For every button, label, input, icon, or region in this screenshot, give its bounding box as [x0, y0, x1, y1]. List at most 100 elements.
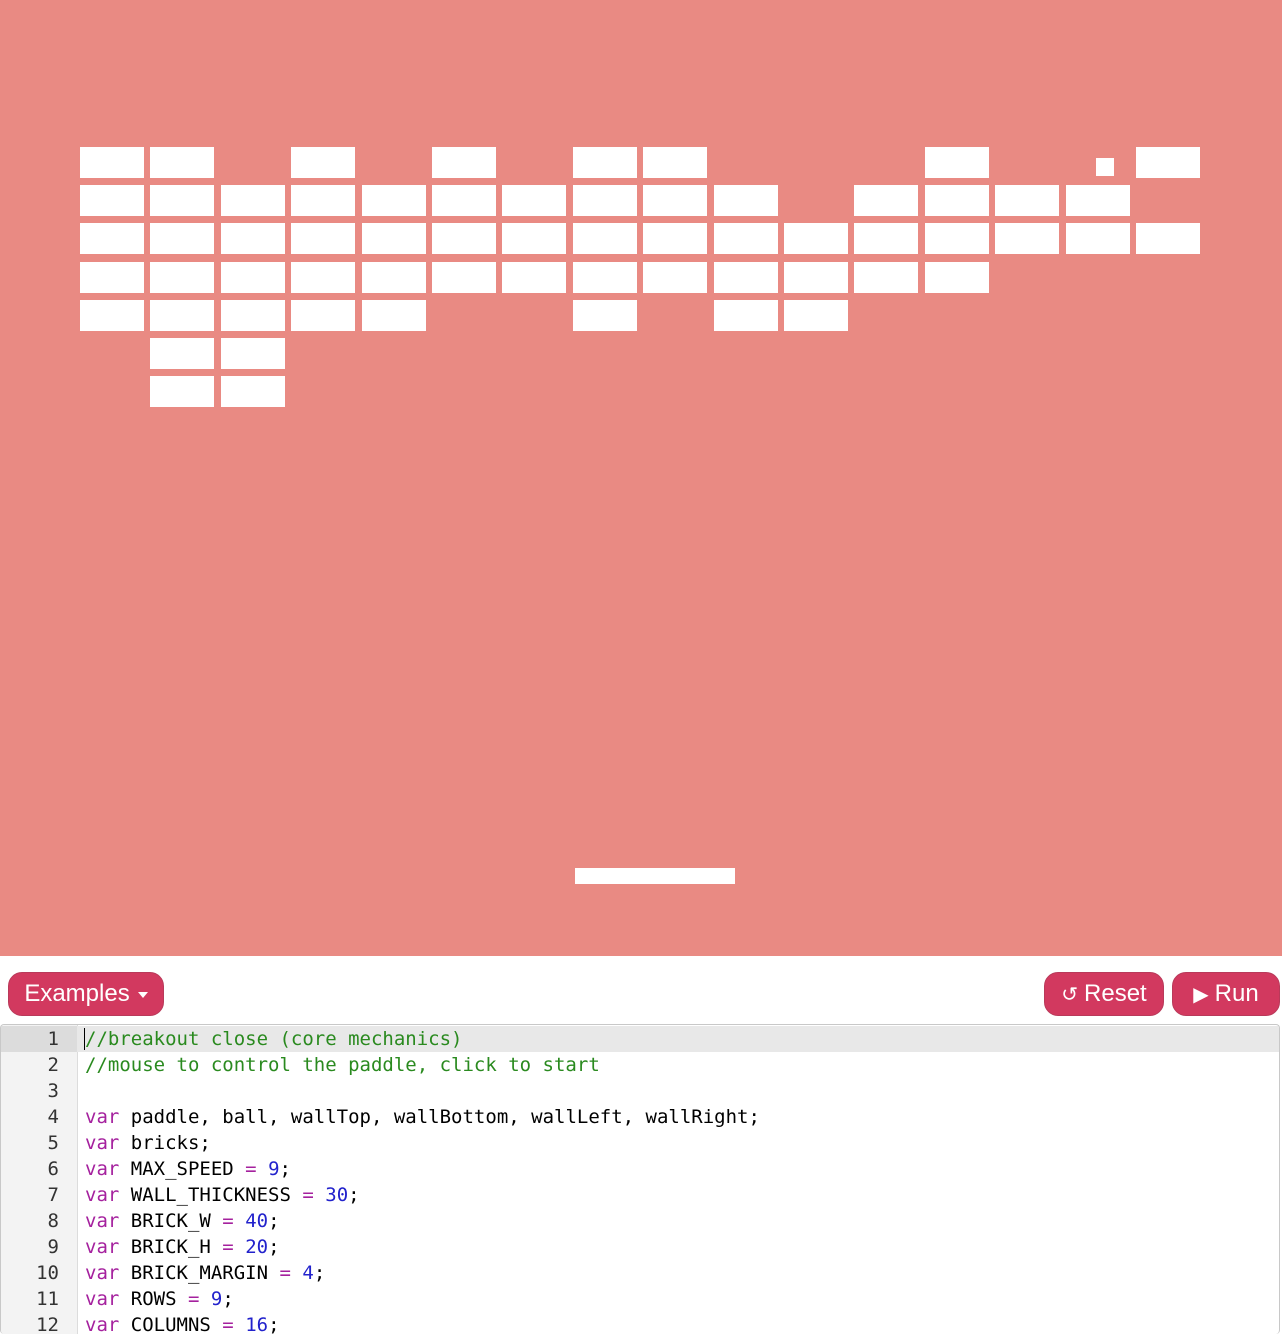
- line-number: 9: [47, 1236, 59, 1258]
- brick: [925, 147, 989, 178]
- code-token: var: [85, 1158, 120, 1180]
- code-editor[interactable]: 1 //breakout close (core mechanics) 2 //mou…: [0, 1024, 1280, 1334]
- reset-button[interactable]: ↺ Reset: [1044, 972, 1164, 1016]
- brick: [432, 223, 496, 254]
- code-line[interactable]: 8 var BRICK_W = 40;: [1, 1208, 1279, 1234]
- brick: [925, 185, 989, 216]
- code-text: var paddle, ball, wallTop, wallBottom, w…: [85, 1104, 760, 1130]
- play-icon: ▶: [1193, 982, 1209, 1006]
- brick: [362, 223, 426, 254]
- brick: [995, 185, 1059, 216]
- line-number: 1: [1, 1026, 77, 1052]
- code-token: var: [85, 1210, 120, 1232]
- brick: [854, 223, 918, 254]
- text-cursor: [84, 1028, 85, 1050]
- brick: [150, 147, 214, 178]
- brick: [573, 147, 637, 178]
- brick: [221, 338, 285, 369]
- brick: [150, 185, 214, 216]
- brick: [221, 185, 285, 216]
- reset-icon: ↺: [1061, 982, 1079, 1006]
- code-token: var: [85, 1262, 120, 1284]
- brick: [432, 185, 496, 216]
- code-token: =: [279, 1262, 291, 1284]
- code-line[interactable]: 11 var ROWS = 9;: [1, 1286, 1279, 1312]
- code-token: 40: [245, 1210, 269, 1232]
- code-line[interactable]: 10 var BRICK_MARGIN = 4;: [1, 1260, 1279, 1286]
- brick: [150, 300, 214, 331]
- brick: [1136, 223, 1200, 254]
- brick: [291, 185, 355, 216]
- brick: [291, 262, 355, 293]
- brick: [221, 262, 285, 293]
- code-text: var WALL_THICKNESS = 30;: [85, 1182, 360, 1208]
- line-number: 10: [36, 1262, 59, 1284]
- brick: [854, 262, 918, 293]
- code-token: ;: [279, 1158, 291, 1180]
- code-token: 4: [302, 1262, 314, 1284]
- code-token: var: [85, 1184, 120, 1206]
- line-number: 11: [36, 1288, 59, 1310]
- examples-button[interactable]: Examples: [8, 972, 164, 1016]
- code-token: BRICK_H: [119, 1236, 223, 1258]
- brick: [643, 147, 707, 178]
- code-token: BRICK_W: [119, 1210, 223, 1232]
- brick: [291, 147, 355, 178]
- code-line[interactable]: 6 var MAX_SPEED = 9;: [1, 1156, 1279, 1182]
- brick: [150, 338, 214, 369]
- code-token: 30: [325, 1184, 349, 1206]
- code-token: =: [222, 1210, 234, 1232]
- code-token: ;: [222, 1288, 234, 1310]
- brick: [925, 223, 989, 254]
- line-number: 12: [36, 1314, 59, 1334]
- code-token: =: [187, 1288, 200, 1310]
- code-line[interactable]: 12 var COLUMNS = 16;: [1, 1312, 1279, 1334]
- brick: [80, 300, 144, 331]
- code-token: var: [85, 1236, 120, 1258]
- brick: [362, 262, 426, 293]
- brick: [1066, 185, 1130, 216]
- code-token: =: [245, 1158, 257, 1180]
- code-token: 9: [268, 1158, 280, 1180]
- code-line[interactable]: 3: [1, 1078, 1279, 1104]
- paddle: [575, 868, 735, 884]
- line-number: 4: [47, 1106, 59, 1128]
- code-text: var ROWS = 9;: [85, 1286, 234, 1312]
- code-line[interactable]: 9 var BRICK_H = 20;: [1, 1234, 1279, 1260]
- brick: [80, 262, 144, 293]
- brick: [221, 376, 285, 407]
- game-canvas[interactable]: [0, 0, 1282, 956]
- code-line[interactable]: 4 var paddle, ball, wallTop, wallBottom, …: [1, 1104, 1279, 1130]
- brick: [362, 300, 426, 331]
- code-text: var bricks;: [85, 1130, 211, 1156]
- brick: [502, 185, 566, 216]
- brick: [643, 262, 707, 293]
- code-line[interactable]: 5 var bricks;: [1, 1130, 1279, 1156]
- brick: [80, 223, 144, 254]
- code-line[interactable]: 1 //breakout close (core mechanics): [1, 1026, 1279, 1052]
- code-text: var BRICK_H = 20;: [85, 1234, 280, 1260]
- brick: [714, 185, 778, 216]
- brick: [854, 185, 918, 216]
- brick: [573, 223, 637, 254]
- run-label: Run: [1214, 980, 1259, 1007]
- brick: [291, 223, 355, 254]
- brick: [221, 300, 285, 331]
- brick: [362, 185, 426, 216]
- caret-down-icon: [137, 992, 148, 998]
- code-token: WALL_THICKNESS: [119, 1184, 303, 1206]
- code-token: paddle, ball, wallTop, wallBottom, wallL…: [119, 1106, 760, 1128]
- code-token: //mouse to control the paddle, click to …: [85, 1054, 600, 1076]
- run-button[interactable]: ▶ Run: [1172, 972, 1280, 1016]
- brick: [784, 300, 848, 331]
- code-line[interactable]: 7 var WALL_THICKNESS = 30;: [1, 1182, 1279, 1208]
- brick: [784, 262, 848, 293]
- code-token: ;: [348, 1184, 360, 1206]
- brick: [573, 262, 637, 293]
- brick: [291, 300, 355, 331]
- code-line[interactable]: 2 //mouse to control the paddle, click to…: [1, 1052, 1279, 1078]
